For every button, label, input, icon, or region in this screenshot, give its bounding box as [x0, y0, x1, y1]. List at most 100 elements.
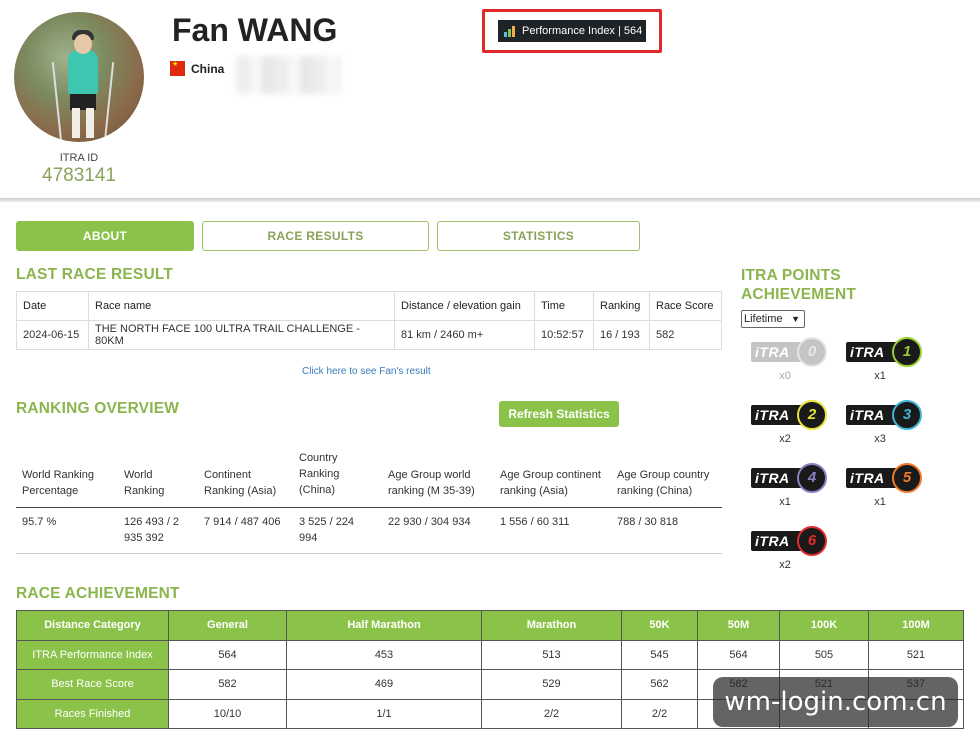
- period-selected-value: Lifetime: [744, 313, 783, 325]
- column-header: Marathon: [481, 610, 622, 641]
- tab-statistics[interactable]: STATISTICS: [437, 221, 640, 251]
- badge-level: 3: [892, 400, 922, 430]
- itra-points-badge-0: iTRA 0: [751, 336, 827, 367]
- race-achievement-title: RACE ACHIEVEMENT: [16, 585, 180, 602]
- see-result-link[interactable]: Click here to see Fan's result: [302, 366, 431, 377]
- ranking-header: Age Group country ranking (China): [617, 469, 710, 497]
- itra-points-badge-5: iTRA 5: [846, 462, 922, 493]
- table-cell: 10/10: [168, 698, 287, 729]
- itra-id-value: 4783141: [42, 165, 116, 186]
- row-label: Best Race Score: [16, 669, 169, 700]
- itra-points-title: ITRA POINTS ACHIEVEMENT: [741, 266, 856, 304]
- tab-race-results[interactable]: RACE RESULTS: [202, 221, 429, 251]
- column-header: Distance / elevation gain: [394, 291, 535, 321]
- table-cell: 10:52:57: [534, 320, 594, 350]
- table-cell: 582: [168, 669, 287, 700]
- badge-count: x1: [874, 496, 886, 508]
- ranking-value: 788 / 30 818: [617, 516, 679, 528]
- table-cell: 513: [481, 639, 622, 670]
- table-header-row: Date Race name Distance / elevation gain…: [16, 291, 722, 321]
- table-row: ITRA Performance Index 564 453 513 545 5…: [16, 639, 964, 670]
- itra-points-badge-4: iTRA 4: [751, 462, 827, 493]
- table-cell: 453: [286, 639, 482, 670]
- table-cell: 505: [779, 639, 869, 670]
- ranking-value: 7 914 / 487 406: [204, 516, 281, 528]
- column-header: 50M: [697, 610, 780, 641]
- table-cell: 582: [649, 320, 722, 350]
- column-header: Race Score: [649, 291, 722, 321]
- table-cell: 564: [697, 639, 780, 670]
- watermark: wm-login.com.cn: [713, 677, 958, 727]
- badge-level: 1: [892, 337, 922, 367]
- table-cell: 564: [168, 639, 287, 670]
- table-cell: 545: [621, 639, 698, 670]
- tab-about[interactable]: ABOUT: [16, 221, 194, 251]
- ranking-header: Age Group continent ranking (Asia): [500, 469, 601, 497]
- ranking-header: World Ranking: [124, 469, 165, 497]
- ranking-header: Continent Ranking (Asia): [204, 469, 277, 497]
- column-header: Race name: [88, 291, 395, 321]
- table-cell: 529: [481, 669, 622, 700]
- athlete-name: Fan WANG: [172, 12, 338, 48]
- ranking-header: Age Group world ranking (M 35-39): [388, 469, 475, 497]
- column-header: Time: [534, 291, 594, 321]
- table-cell: 2024-06-15: [16, 320, 89, 350]
- chevron-down-icon: ▼: [791, 314, 800, 324]
- ranking-value: 1 556 / 60 311: [500, 516, 570, 528]
- itra-id-label: ITRA ID: [59, 152, 99, 164]
- table-cell: 2/2: [621, 698, 698, 729]
- table-header-row: Distance Category General Half Marathon …: [16, 610, 964, 641]
- column-header: Half Marathon: [286, 610, 482, 641]
- table-cell: 2/2: [481, 698, 622, 729]
- ranking-value: 3 525 / 224 994: [299, 516, 355, 544]
- column-header: 50K: [621, 610, 698, 641]
- athlete-country: China: [191, 62, 225, 76]
- column-header: Ranking: [593, 291, 650, 321]
- itra-points-badge-3: iTRA 3: [846, 399, 922, 430]
- badge-count: x0: [779, 370, 791, 382]
- table-cell: 16 / 193: [593, 320, 650, 350]
- column-header: Date: [16, 291, 89, 321]
- performance-index-badge[interactable]: Performance Index | 564: [498, 20, 646, 42]
- table-row: 2024-06-15 THE NORTH FACE 100 ULTRA TRAI…: [16, 320, 722, 350]
- badge-count: x1: [779, 496, 791, 508]
- badge-level: 2: [797, 400, 827, 430]
- china-flag-icon: ★: [170, 61, 185, 76]
- table-cell: 1/1: [286, 698, 482, 729]
- period-select[interactable]: Lifetime ▼: [741, 310, 805, 328]
- ranking-value: 95.7 %: [22, 516, 57, 528]
- last-race-table: Date Race name Distance / elevation gain…: [16, 291, 722, 350]
- badge-level: 0: [797, 337, 827, 367]
- row-label: ITRA Performance Index: [16, 639, 169, 670]
- blurred-region: [236, 56, 340, 94]
- badge-level: 5: [892, 463, 922, 493]
- profile-header: ITRA ID 4783141 Fan WANG ★ China Perform…: [0, 0, 980, 200]
- ranking-overview-title: RANKING OVERVIEW: [16, 400, 180, 417]
- badge-count: x2: [779, 433, 791, 445]
- column-header: General: [168, 610, 287, 641]
- ranking-value: 22 930 / 304 934: [388, 516, 471, 528]
- ranking-bottom-rule: [16, 553, 722, 554]
- itra-points-badge-2: iTRA 2: [751, 399, 827, 430]
- table-cell: 521: [868, 639, 964, 670]
- badge-level: 4: [797, 463, 827, 493]
- badge-count: x3: [874, 433, 886, 445]
- ranking-header-rule: [16, 507, 722, 508]
- refresh-statistics-button[interactable]: Refresh Statistics: [499, 401, 619, 427]
- row-label: Races Finished: [16, 698, 169, 729]
- ranking-value: 126 493 / 2 935 392: [124, 516, 180, 544]
- column-header: 100M: [868, 610, 964, 641]
- table-cell: 469: [286, 669, 482, 700]
- badge-count: x1: [874, 370, 886, 382]
- table-cell: 81 km / 2460 m+: [394, 320, 535, 350]
- athlete-avatar: [14, 12, 144, 142]
- header-divider: [0, 198, 980, 202]
- bar-chart-icon: [504, 25, 518, 37]
- table-cell: 562: [621, 669, 698, 700]
- table-cell: THE NORTH FACE 100 ULTRA TRAIL CHALLENGE…: [88, 320, 395, 350]
- itra-points-badge-1: iTRA 1: [846, 336, 922, 367]
- ranking-header: World Ranking Percentage: [22, 469, 94, 497]
- last-race-title: LAST RACE RESULT: [16, 266, 174, 283]
- itra-points-title-line2: ACHIEVEMENT: [741, 286, 857, 303]
- column-header: 100K: [779, 610, 869, 641]
